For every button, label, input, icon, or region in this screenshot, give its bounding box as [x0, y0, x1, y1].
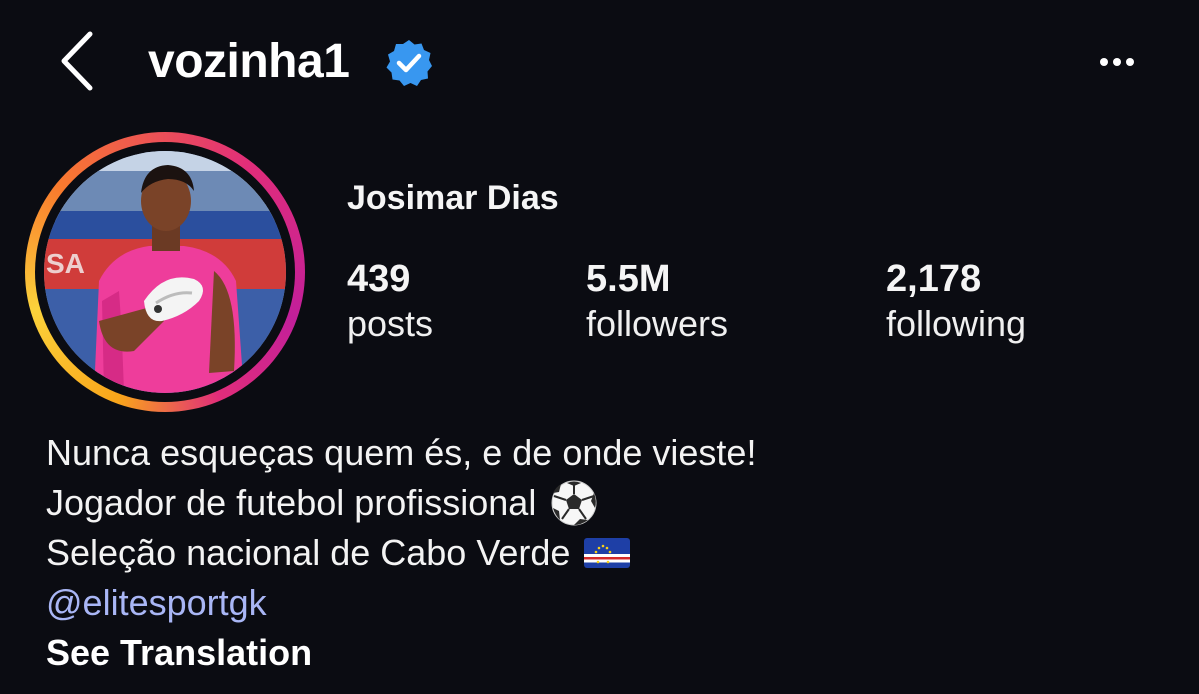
bio-line: Jogador de futebol profissional: [46, 478, 1146, 528]
posts-count: 439: [347, 258, 411, 300]
following-count: 2,178: [886, 258, 982, 300]
verified-badge-icon: [384, 38, 434, 88]
chevron-left-icon: [61, 31, 93, 91]
bio-mention-link[interactable]: @elitesportgk: [46, 578, 1146, 628]
followers-label: followers: [586, 303, 729, 344]
posts-stat[interactable]: 439 posts: [347, 256, 433, 346]
cape-verde-flag-icon: [584, 538, 631, 568]
story-ring[interactable]: SA: [25, 132, 305, 412]
profile-header: vozinha1: [0, 0, 1199, 125]
more-horizontal-icon: [1100, 58, 1134, 66]
svg-text:SA: SA: [46, 248, 85, 279]
bio-line: Seleção nacional de Cabo Verde: [46, 528, 1146, 578]
back-button[interactable]: [52, 30, 102, 92]
avatar[interactable]: SA: [44, 151, 286, 393]
followers-stat[interactable]: 5.5M followers: [586, 256, 728, 346]
followers-count: 5.5M: [586, 258, 671, 300]
bio-line: Nunca esqueças quem és, e de onde vieste…: [46, 432, 757, 473]
username: vozinha1: [148, 35, 350, 88]
more-options-button[interactable]: [1090, 44, 1150, 80]
following-label: following: [886, 303, 1027, 344]
soccer-ball-icon: [550, 479, 598, 527]
following-stat[interactable]: 2,178 following: [886, 256, 1026, 346]
display-name: Josimar Dias: [347, 179, 559, 217]
see-translation-button[interactable]: See Translation: [46, 628, 1146, 678]
posts-label: posts: [347, 303, 434, 344]
bio: Nunca esqueças quem és, e de onde vieste…: [46, 428, 1146, 678]
